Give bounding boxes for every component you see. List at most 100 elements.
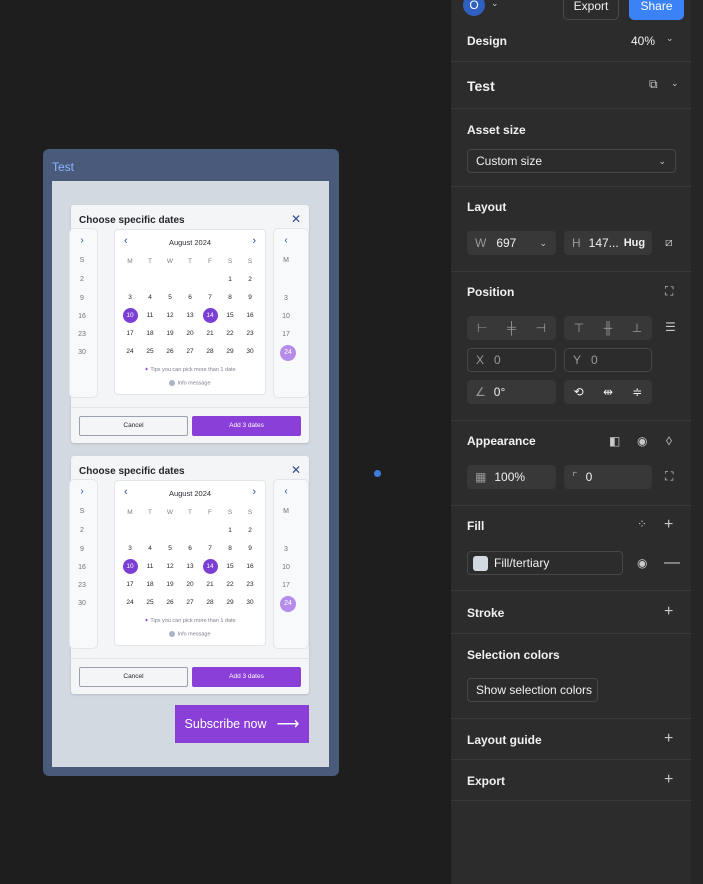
flip-horizontal-icon[interactable]: ⇹: [603, 385, 613, 399]
chevron-down-icon[interactable]: ⌄: [666, 33, 674, 44]
share-button[interactable]: Share: [629, 0, 684, 20]
calendar-day[interactable]: 8: [220, 288, 240, 306]
distribute-icon[interactable]: ☰: [665, 320, 676, 334]
calendar-day[interactable]: 13: [180, 306, 200, 324]
frame-test[interactable]: Test Choose specific dates ✕ › S 2 9 16 …: [43, 149, 339, 776]
calendar-day[interactable]: 7: [200, 288, 220, 306]
calendar-day[interactable]: 11: [140, 306, 160, 324]
calendar-day[interactable]: 9: [240, 539, 260, 557]
rotate-icon[interactable]: ⟲: [574, 385, 584, 399]
close-icon[interactable]: ✕: [291, 212, 301, 226]
calendar-day[interactable]: 26: [160, 342, 180, 360]
align-top-icon[interactable]: ⊤: [574, 321, 584, 335]
show-selection-colors-button[interactable]: Show selection colors: [467, 678, 598, 702]
calendar-day[interactable]: 12: [160, 306, 180, 324]
calendar-day[interactable]: 2: [240, 270, 260, 288]
align-right-icon[interactable]: ⊣: [536, 321, 546, 335]
calendar-day[interactable]: 5: [160, 539, 180, 557]
calendar-day[interactable]: 4: [140, 539, 160, 557]
chevron-down-icon[interactable]: ⌄: [671, 78, 679, 89]
calendar-day[interactable]: 6: [180, 288, 200, 306]
calendar-day-selected[interactable]: 10: [122, 307, 138, 323]
add-dates-button[interactable]: Add 3 dates: [192, 667, 301, 687]
align-center-v-icon[interactable]: ╫: [604, 321, 613, 335]
calendar-day[interactable]: 24: [120, 342, 140, 360]
calendar-day[interactable]: 6: [180, 539, 200, 557]
align-bottom-icon[interactable]: ⊥: [632, 321, 642, 335]
calendar-day[interactable]: 20: [180, 575, 200, 593]
calendar-day[interactable]: 21: [200, 575, 220, 593]
calendar-day[interactable]: 12: [160, 557, 180, 575]
calendar-day[interactable]: 23: [240, 575, 260, 593]
opacity-field[interactable]: ▦ 100%: [467, 465, 556, 489]
calendar-day[interactable]: 20: [180, 324, 200, 342]
calendar-day[interactable]: 24: [120, 593, 140, 611]
align-center-h-icon[interactable]: ╪: [507, 321, 516, 335]
calendar-day[interactable]: 22: [220, 575, 240, 593]
calendar-day[interactable]: 17: [120, 575, 140, 593]
tab-design[interactable]: Design: [467, 34, 507, 48]
styles-grid-icon[interactable]: ⁘: [637, 517, 647, 531]
calendar-day[interactable]: 27: [180, 593, 200, 611]
frame-label[interactable]: Test: [52, 160, 74, 174]
calendar-day[interactable]: 26: [160, 593, 180, 611]
asset-size-select[interactable]: Custom size ⌄: [467, 149, 676, 173]
calendar-day[interactable]: 29: [220, 593, 240, 611]
calendar-day[interactable]: 22: [220, 324, 240, 342]
drop-icon[interactable]: ◊: [666, 434, 672, 448]
calendar-day[interactable]: 27: [180, 342, 200, 360]
add-stroke-icon[interactable]: +: [664, 604, 673, 620]
eye-icon[interactable]: ◉: [637, 556, 647, 570]
avatar[interactable]: O: [463, 0, 485, 16]
cancel-button[interactable]: Cancel: [79, 667, 188, 687]
blend-mode-icon[interactable]: ◧: [609, 434, 620, 448]
calendar-day[interactable]: 8: [220, 539, 240, 557]
close-icon[interactable]: ✕: [291, 463, 301, 477]
calendar-day[interactable]: 18: [140, 324, 160, 342]
selection-handle[interactable]: [374, 470, 381, 477]
align-left-icon[interactable]: ⊢: [477, 321, 487, 335]
calendar-day[interactable]: 15: [220, 557, 240, 575]
chevron-right-icon[interactable]: ›: [252, 235, 256, 247]
calendar-day-selected[interactable]: 10: [122, 558, 138, 574]
eye-icon[interactable]: ◉: [637, 434, 647, 448]
calendar-day[interactable]: 25: [140, 342, 160, 360]
calendar-day[interactable]: 25: [140, 593, 160, 611]
height-field[interactable]: H 147... Hug: [564, 231, 652, 255]
scrollbar[interactable]: [691, 0, 703, 884]
calendar-day[interactable]: 1: [220, 270, 240, 288]
calendar-day[interactable]: 16: [240, 557, 260, 575]
calendar-day[interactable]: 4: [140, 288, 160, 306]
canvas[interactable]: Test Choose specific dates ✕ › S 2 9 16 …: [0, 0, 450, 884]
calendar-day[interactable]: 3: [120, 288, 140, 306]
frame-select-icon[interactable]: ⛶: [665, 284, 673, 299]
calendar-day-selected[interactable]: 14: [202, 558, 218, 574]
chevron-right-icon[interactable]: ›: [252, 486, 256, 498]
calendar-day[interactable]: 19: [160, 324, 180, 342]
independent-corners-icon[interactable]: ⛶: [665, 469, 673, 484]
resize-icon[interactable]: ⧄: [665, 235, 673, 250]
calendar-day[interactable]: 23: [240, 324, 260, 342]
corner-radius-field[interactable]: ⌜ 0: [564, 465, 652, 489]
calendar-day-selected[interactable]: 14: [202, 307, 218, 323]
calendar-day[interactable]: 7: [200, 539, 220, 557]
add-layout-guide-icon[interactable]: +: [664, 731, 673, 747]
calendar-day[interactable]: 5: [160, 288, 180, 306]
calendar-day[interactable]: 16: [240, 306, 260, 324]
fill-style-field[interactable]: Fill/tertiary: [467, 551, 623, 575]
calendar-day[interactable]: 19: [160, 575, 180, 593]
zoom-level[interactable]: 40%: [631, 34, 655, 48]
export-button[interactable]: Export: [563, 0, 619, 20]
flip-vertical-icon[interactable]: ≑: [632, 385, 642, 399]
calendar-day[interactable]: 29: [220, 342, 240, 360]
calendar-day[interactable]: 28: [200, 342, 220, 360]
calendar-day[interactable]: 30: [240, 593, 260, 611]
calendar-day[interactable]: 21: [200, 324, 220, 342]
add-dates-button[interactable]: Add 3 dates: [192, 416, 301, 436]
add-export-icon[interactable]: +: [664, 772, 673, 788]
calendar-day[interactable]: 13: [180, 557, 200, 575]
calendar-day[interactable]: 9: [240, 288, 260, 306]
chevron-down-icon[interactable]: ⌄: [491, 0, 499, 9]
calendar-day[interactable]: 15: [220, 306, 240, 324]
rotation-field[interactable]: ∠ 0°: [467, 380, 556, 404]
